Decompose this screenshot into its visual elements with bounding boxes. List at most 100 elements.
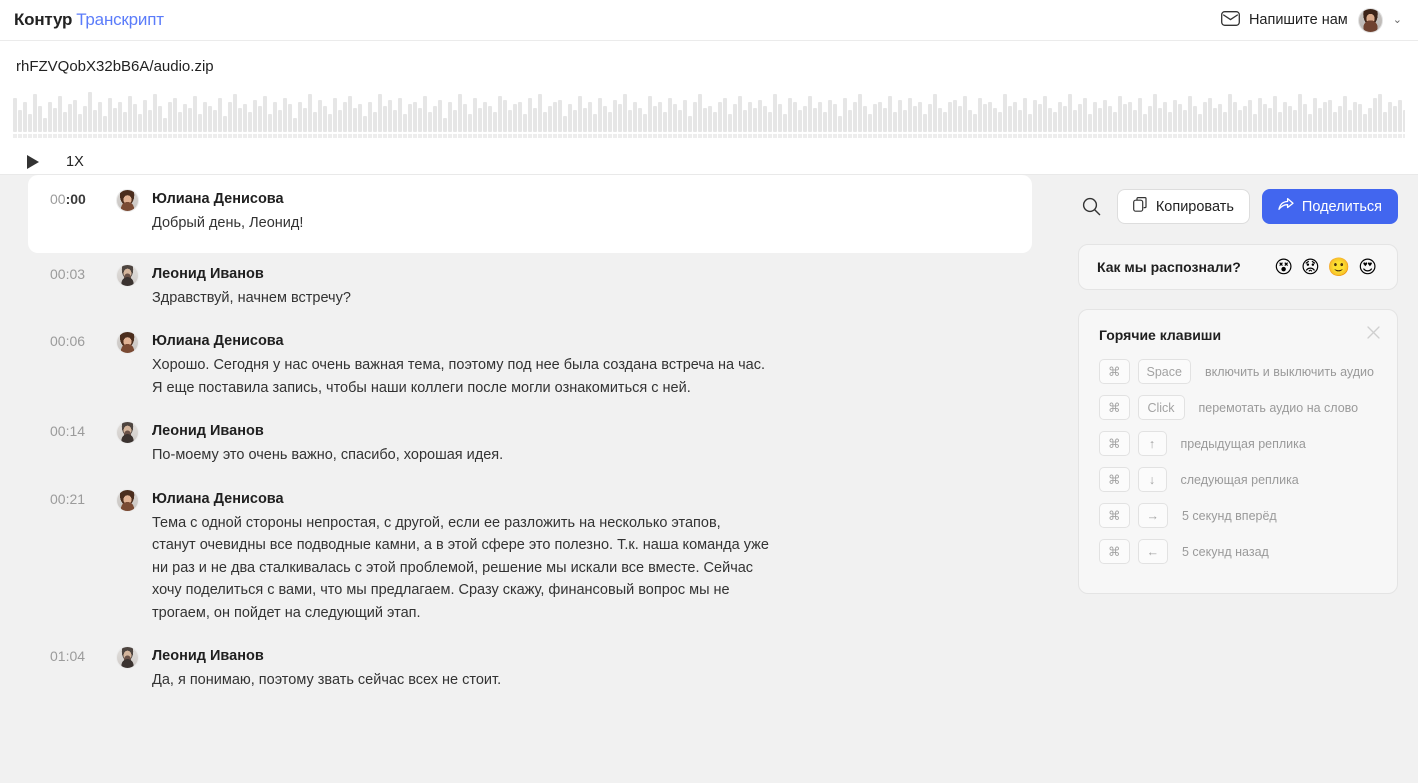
waveform-bar (53, 108, 57, 132)
transcript-line[interactable]: ни раз и не два сталкивалась с этой проб… (152, 557, 1032, 580)
app-logo[interactable]: Контур Транскрипт (14, 10, 164, 30)
transcript-line[interactable]: Хорошо. Сегодня у нас очень важная тема,… (152, 354, 1032, 377)
hotkey-modifier-key[interactable]: ⌘ (1099, 467, 1130, 492)
waveform-baseline-tick (1188, 134, 1192, 138)
play-icon[interactable] (27, 155, 39, 169)
waveform-baseline-tick (1128, 134, 1132, 138)
waveform-bar (1358, 104, 1362, 132)
rating-emoji[interactable]: 😍 (1358, 258, 1377, 276)
playback-speed[interactable]: 1X (66, 154, 84, 170)
brand-secondary: Транскрипт (76, 10, 164, 29)
waveform-bar (678, 110, 682, 132)
waveform-bar (43, 118, 47, 132)
waveform-baseline-tick (528, 134, 532, 138)
hotkey-key[interactable]: ↓ (1137, 467, 1167, 492)
transcript-line[interactable]: трогаем, он пойдет на следующий этап. (152, 602, 1032, 625)
transcript-line[interactable]: хочу поделиться с вами, что мы предлагае… (152, 579, 1032, 602)
waveform-baseline-tick (108, 134, 112, 138)
waveform-baseline-tick (333, 134, 337, 138)
copy-button[interactable]: Копировать (1116, 189, 1250, 224)
rating-emoji[interactable]: 😵 (1274, 258, 1293, 276)
waveform-baseline-tick (1168, 134, 1172, 138)
hotkey-modifier-key[interactable]: ⌘ (1099, 431, 1130, 456)
waveform-baseline-tick (318, 134, 322, 138)
contact-us-button[interactable]: Напишите нам (1220, 10, 1348, 30)
hotkey-modifier-key[interactable]: ⌘ (1099, 539, 1130, 564)
hotkey-key[interactable]: ↑ (1137, 431, 1167, 456)
hotkey-modifier-key[interactable]: ⌘ (1099, 359, 1130, 384)
transcript-row[interactable]: 00:06 Юлиана Денисова Хорошо. Сегодня у на… (28, 320, 1032, 410)
transcript-line[interactable]: По-моему это очень важно, спасибо, хорош… (152, 444, 1032, 467)
transcript-row[interactable]: 00:21 Юлиана Денисова Тема с одной стороны… (28, 478, 1032, 636)
waveform-bar (823, 112, 827, 132)
waveform-bar (403, 114, 407, 132)
close-icon[interactable] (1367, 326, 1380, 339)
waveform-baseline-tick (123, 134, 127, 138)
transcript-row[interactable]: 01:04 Леонид Иванов Да, я понимаю, поэтому… (28, 635, 1032, 703)
transcript-line[interactable]: Здравствуй, начнем встречу? (152, 287, 1032, 310)
waveform-bar (153, 94, 157, 132)
waveform[interactable] (13, 84, 1405, 132)
waveform-baseline-tick (663, 134, 667, 138)
waveform-baseline-tick (1308, 134, 1312, 138)
waveform-baseline-tick (513, 134, 517, 138)
hotkey-modifier-key[interactable]: ⌘ (1099, 395, 1130, 420)
waveform-baseline-tick (638, 134, 642, 138)
waveform-bar (363, 116, 367, 132)
waveform-baseline-tick (298, 134, 302, 138)
waveform-baseline-tick (718, 134, 722, 138)
waveform-baseline-tick (113, 134, 117, 138)
timestamp[interactable]: 00:14 (28, 421, 116, 467)
waveform-bar (1153, 94, 1157, 132)
transcript-line[interactable]: Да, я понимаю, поэтому звать сейчас всех… (152, 669, 1032, 692)
waveform-baseline-tick (1368, 134, 1372, 138)
waveform-bar (298, 102, 302, 132)
hotkey-key[interactable]: Space (1137, 359, 1191, 384)
hotkey-key[interactable]: → (1137, 503, 1168, 528)
waveform-bar (213, 110, 217, 132)
transcript-line[interactable]: Тема с одной стороны непростая, с другой… (152, 512, 1032, 535)
waveform-bar (633, 102, 637, 132)
waveform-baseline-tick (1133, 134, 1137, 138)
waveform-bar (513, 104, 517, 132)
transcript-row[interactable]: 00:03 Леонид Иванов Здравствуй, начнем вст… (28, 253, 1032, 321)
rating-emoji[interactable]: 😟 (1301, 258, 1320, 276)
waveform-bar (1233, 102, 1237, 132)
waveform-baseline-tick (133, 134, 137, 138)
rating-card: Как мы распознали? 😵 😟 🙂 😍 (1078, 244, 1398, 290)
timestamp[interactable]: 00:03 (28, 264, 116, 310)
transcript-row[interactable]: 00:14 Леонид Иванов По-моему это очень важ… (28, 410, 1032, 478)
waveform-bar (413, 102, 417, 132)
waveform-baseline-tick (938, 134, 942, 138)
chevron-down-icon[interactable]: ⌄ (1393, 14, 1402, 26)
waveform-baseline-tick (1023, 134, 1027, 138)
waveform-bar (1028, 114, 1032, 132)
waveform-baseline-tick (868, 134, 872, 138)
transcript-line[interactable]: Добрый день, Леонид! (152, 212, 1032, 235)
timestamp[interactable]: 00:00 (28, 189, 116, 235)
share-button[interactable]: Поделиться (1261, 189, 1398, 224)
transcript-line[interactable]: Я еще поставила запись, чтобы наши колле… (152, 377, 1032, 400)
waveform-baseline-tick (853, 134, 857, 138)
hotkey-modifier-key[interactable]: ⌘ (1099, 503, 1130, 528)
hotkey-key[interactable]: ← (1137, 539, 1168, 564)
timestamp[interactable]: 00:06 (28, 331, 116, 399)
waveform-baseline-tick (603, 134, 607, 138)
avatar[interactable] (1357, 7, 1383, 33)
timestamp[interactable]: 00:21 (28, 489, 116, 625)
waveform-bar (1398, 100, 1402, 132)
transcript-row[interactable]: 00:00 Юлиана Денисова Добрый день, Леонид! (28, 175, 1032, 253)
transcript-line[interactable]: станут очевидны все подводные камни, а в… (152, 534, 1032, 557)
waveform-baseline-tick (153, 134, 157, 138)
message-body: Леонид Иванов Да, я понимаю, поэтому зват… (152, 646, 1032, 692)
waveform-bar (963, 96, 967, 132)
waveform-baseline-tick (973, 134, 977, 138)
timestamp[interactable]: 01:04 (28, 646, 116, 692)
waveform-baseline-tick (1143, 134, 1147, 138)
waveform-baseline-tick (1063, 134, 1067, 138)
hotkey-key[interactable]: Click (1137, 395, 1185, 420)
search-icon[interactable] (1078, 192, 1105, 222)
rating-emoji[interactable]: 🙂 (1328, 258, 1350, 276)
waveform-baseline-tick (1073, 134, 1077, 138)
waveform-baseline-tick (18, 134, 22, 138)
